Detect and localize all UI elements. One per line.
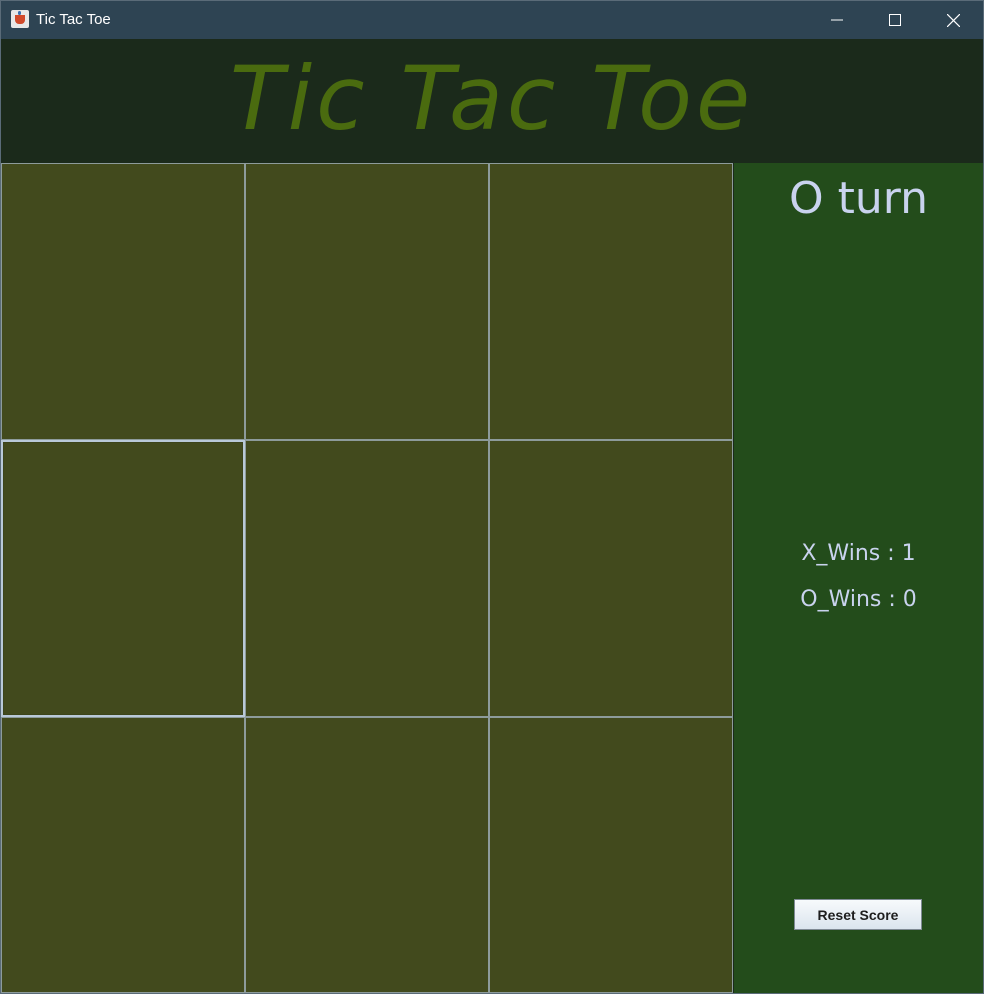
turn-indicator: O turn: [789, 173, 928, 224]
java-app-icon: [11, 10, 29, 28]
maximize-button[interactable]: [867, 1, 923, 39]
board-cell-8[interactable]: [245, 717, 489, 993]
game-header: Tic Tac Toe: [1, 39, 983, 163]
board-cell-5[interactable]: [245, 440, 489, 717]
board-cell-3[interactable]: [489, 163, 733, 440]
game-title: Tic Tac Toe: [229, 46, 755, 150]
minimize-button[interactable]: [809, 1, 865, 39]
board-cell-1[interactable]: [1, 163, 245, 440]
board-cell-7[interactable]: [1, 717, 245, 993]
o-wins-score: O_Wins : 0: [800, 587, 917, 612]
reset-score-button[interactable]: Reset Score: [794, 899, 922, 930]
window-title: Tic Tac Toe: [36, 11, 111, 28]
minimize-icon: [831, 19, 843, 21]
close-icon: [946, 13, 960, 27]
board-cell-9[interactable]: [489, 717, 733, 993]
app-window: Tic Tac Toe Tic Tac Toe O turn X_Wins : …: [0, 0, 984, 994]
game-board: [1, 163, 733, 993]
board-cell-2[interactable]: [245, 163, 489, 440]
board-cell-6[interactable]: [489, 440, 733, 717]
board-cell-4[interactable]: [1, 440, 245, 717]
title-bar[interactable]: Tic Tac Toe: [1, 1, 983, 39]
side-panel: O turn X_Wins : 1 O_Wins : 0 Reset Score: [734, 163, 983, 993]
close-button[interactable]: [925, 1, 981, 39]
maximize-icon: [889, 14, 901, 26]
x-wins-score: X_Wins : 1: [801, 541, 916, 566]
